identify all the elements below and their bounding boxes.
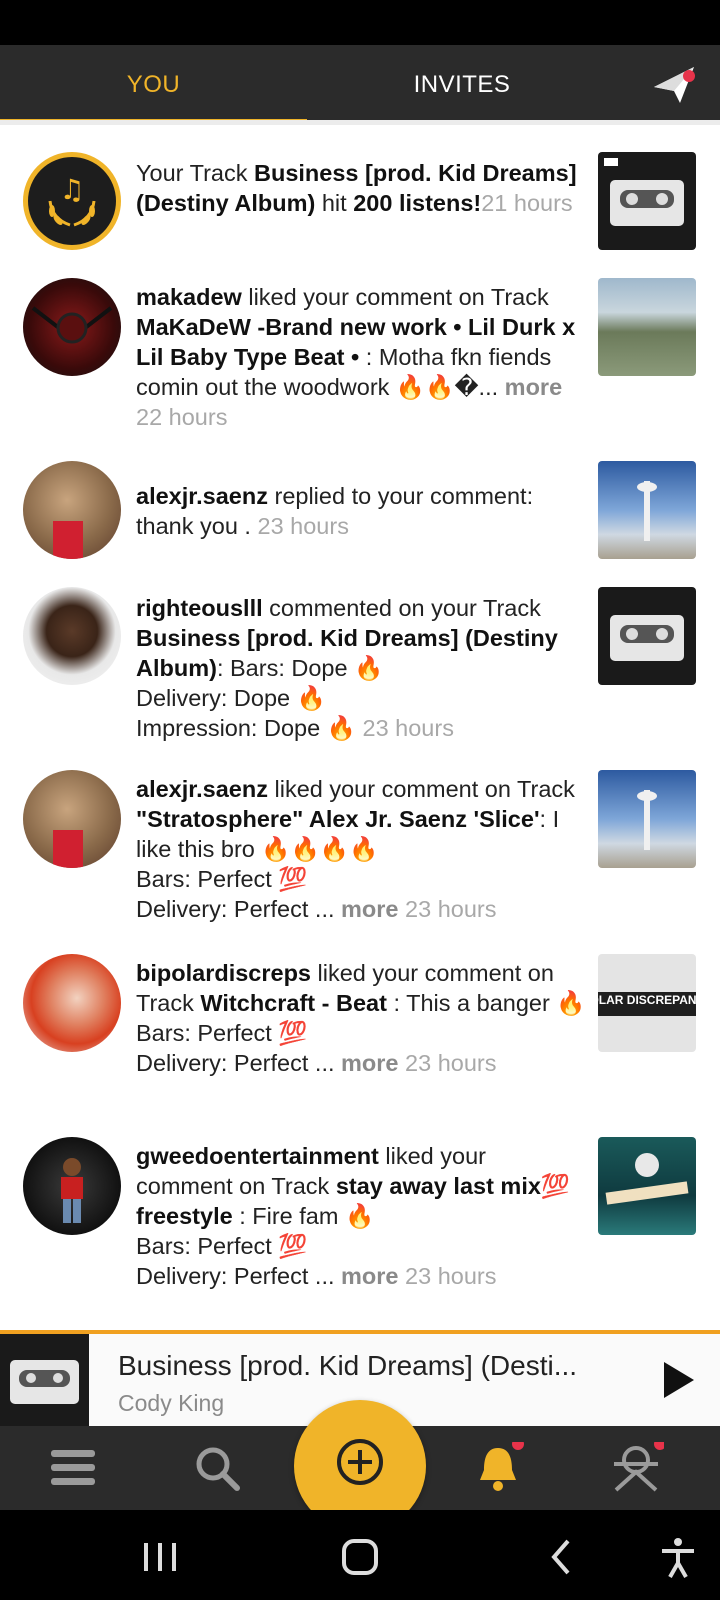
user-avatar[interactable] bbox=[23, 954, 121, 1052]
recent-apps-icon[interactable] bbox=[138, 1535, 182, 1579]
notification-text: alexjr.saenz liked your comment on Track… bbox=[136, 774, 586, 924]
timestamp: 23 hours bbox=[362, 715, 454, 741]
notification-text: righteouslll commented on your Track Bus… bbox=[136, 593, 586, 743]
teal-cover[interactable] bbox=[598, 1137, 696, 1235]
bold-text[interactable]: "Stratosphere" Alex Jr. Saenz 'Slice' bbox=[136, 806, 540, 832]
notification-text: makadew liked your comment on Track MaKa… bbox=[136, 282, 586, 432]
bold-text[interactable]: gweedoentertainment bbox=[136, 1143, 379, 1169]
top-tab-bar: YOU INVITES bbox=[0, 45, 720, 125]
body-text: : This a banger 🔥 bbox=[386, 990, 586, 1016]
body-text: hit bbox=[315, 190, 354, 216]
timestamp: 23 hours bbox=[405, 896, 497, 922]
cassette-cover[interactable] bbox=[598, 152, 696, 250]
notification-text: bipolardiscreps liked your comment on Tr… bbox=[136, 958, 586, 1078]
tab-invites[interactable]: INVITES bbox=[307, 45, 617, 125]
body-text: liked your comment on Track bbox=[241, 284, 549, 310]
body-text: Your Track bbox=[136, 160, 254, 186]
bipolar-cover-text: BIPOLAR DISCREPANCIES bbox=[598, 993, 696, 1007]
bell-icon[interactable] bbox=[470, 1442, 526, 1494]
body-text: Delivery: Perfect ... bbox=[136, 896, 342, 922]
bold-text[interactable]: bipolardiscreps bbox=[136, 960, 311, 986]
bipolar-cover[interactable]: BIPOLAR DISCREPANCIES bbox=[598, 954, 696, 1052]
notification-text: Your Track Business [prod. Kid Dreams] (… bbox=[136, 158, 586, 218]
body-text: Impression: Dope 🔥 bbox=[136, 715, 363, 741]
send-badge bbox=[683, 70, 695, 82]
body-text: commented on your Track bbox=[262, 595, 541, 621]
timestamp: 22 hours bbox=[136, 404, 228, 430]
profile-icon[interactable] bbox=[608, 1442, 664, 1494]
notification-text: alexjr.saenz replied to your comment: th… bbox=[136, 481, 586, 541]
notification-text: gweedoentertainment liked your comment o… bbox=[136, 1141, 586, 1291]
body-text: Bars: Perfect 💯 bbox=[136, 866, 308, 892]
user-avatar[interactable] bbox=[23, 770, 121, 868]
timestamp: 21 hours bbox=[481, 190, 573, 216]
bold-text[interactable]: righteouslll bbox=[136, 595, 263, 621]
user-avatar[interactable] bbox=[23, 461, 121, 559]
makadew-avatar[interactable] bbox=[23, 278, 121, 376]
tab-you[interactable]: YOU bbox=[0, 45, 307, 125]
body-text: Delivery: Dope 🔥 bbox=[136, 685, 326, 711]
tower-cover[interactable] bbox=[598, 770, 696, 868]
lake-cover[interactable] bbox=[598, 278, 696, 376]
body-text: : Fire fam 🔥 bbox=[232, 1203, 375, 1229]
body-text: Bars: Perfect 💯 bbox=[136, 1020, 308, 1046]
bold-text[interactable]: Witchcraft - Beat bbox=[200, 990, 387, 1016]
send-icon[interactable] bbox=[650, 61, 700, 107]
more-link[interactable]: more bbox=[341, 1050, 405, 1076]
user-avatar[interactable] bbox=[23, 587, 121, 685]
now-playing-artist: Cody King bbox=[118, 1390, 225, 1416]
now-playing-title[interactable]: Business [prod. Kid Dreams] (Desti... bbox=[118, 1350, 608, 1382]
timestamp: 23 hours bbox=[257, 513, 349, 539]
body-text: liked your comment on Track bbox=[267, 776, 575, 802]
search-icon[interactable] bbox=[190, 1442, 246, 1494]
user-avatar[interactable] bbox=[23, 1137, 121, 1235]
bold-text[interactable]: alexjr.saenz bbox=[136, 483, 268, 509]
timestamp: 23 hours bbox=[405, 1263, 497, 1289]
body-text: Bars: Perfect 💯 bbox=[136, 1233, 308, 1259]
back-icon[interactable] bbox=[540, 1535, 584, 1579]
timestamp: 23 hours bbox=[405, 1050, 497, 1076]
system-nav-bar bbox=[0, 1510, 720, 1600]
body-text: Delivery: Perfect ... bbox=[136, 1050, 342, 1076]
play-icon[interactable] bbox=[658, 1360, 698, 1400]
more-link[interactable]: more bbox=[505, 374, 562, 400]
more-link[interactable]: more bbox=[341, 1263, 405, 1289]
accessibility-icon[interactable] bbox=[656, 1535, 700, 1579]
tower-cover[interactable] bbox=[598, 461, 696, 559]
bold-text[interactable]: 200 listens! bbox=[353, 190, 481, 216]
body-text: Delivery: Perfect ... bbox=[136, 1263, 342, 1289]
body-text: : Bars: Dope 🔥 bbox=[216, 655, 384, 681]
now-playing-cover[interactable] bbox=[0, 1334, 89, 1426]
music-laurel-icon: ♫ bbox=[23, 152, 121, 250]
svg-text:♫: ♫ bbox=[59, 173, 84, 206]
bold-text[interactable]: makadew bbox=[136, 284, 242, 310]
status-bar bbox=[0, 0, 720, 45]
bold-text[interactable]: alexjr.saenz bbox=[136, 776, 268, 802]
cassette-cover[interactable] bbox=[598, 587, 696, 685]
notification-feed[interactable]: ♫ Your Track Business [prod. Kid Dreams]… bbox=[0, 125, 720, 1333]
feed-icon[interactable] bbox=[45, 1442, 101, 1494]
home-icon[interactable] bbox=[338, 1535, 382, 1579]
more-link[interactable]: more bbox=[341, 896, 405, 922]
